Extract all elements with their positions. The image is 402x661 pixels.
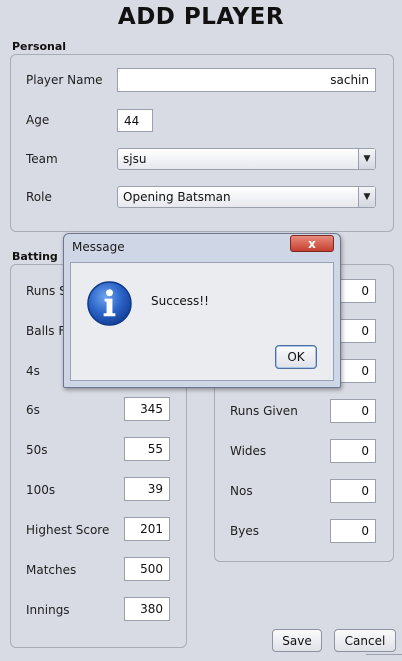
team-select-value: sjsu bbox=[123, 152, 147, 166]
chevron-down-icon[interactable]: ▼ bbox=[358, 187, 375, 207]
message-dialog: Message x Success!! OK bbox=[63, 233, 341, 388]
matches-input[interactable]: 500 bbox=[124, 557, 170, 581]
save-button[interactable]: Save bbox=[272, 629, 322, 652]
personal-section-label: Personal bbox=[12, 40, 67, 53]
window-edge bbox=[366, 654, 402, 661]
sixes-input[interactable]: 345 bbox=[124, 397, 170, 421]
role-label: Role bbox=[26, 190, 52, 204]
sixes-label: 6s bbox=[26, 403, 40, 417]
player-name-label: Player Name bbox=[26, 73, 103, 87]
dialog-message: Success!! bbox=[151, 294, 209, 308]
innings-input[interactable]: 380 bbox=[124, 597, 170, 621]
role-select-value: Opening Batsman bbox=[123, 190, 231, 204]
cancel-button[interactable]: Cancel bbox=[334, 629, 396, 652]
wides-label: Wides bbox=[230, 444, 267, 458]
highest-score-input[interactable]: 201 bbox=[124, 517, 170, 541]
team-label: Team bbox=[26, 152, 58, 166]
innings-label: Innings bbox=[26, 603, 70, 617]
role-select[interactable]: Opening Batsman ▼ bbox=[117, 186, 376, 208]
byes-label: Byes bbox=[230, 524, 259, 538]
nos-label: Nos bbox=[230, 484, 253, 498]
team-select[interactable]: sjsu ▼ bbox=[117, 148, 376, 170]
ok-button[interactable]: OK bbox=[275, 345, 317, 369]
age-input[interactable]: 44 bbox=[117, 109, 153, 132]
player-name-input[interactable]: sachin bbox=[117, 68, 376, 92]
dialog-title: Message bbox=[72, 240, 125, 254]
runs-given-label: Runs Given bbox=[230, 404, 298, 418]
highest-score-label: Highest Score bbox=[26, 523, 110, 537]
close-icon[interactable]: x bbox=[290, 235, 334, 252]
runs-given-input[interactable]: 0 bbox=[330, 399, 376, 423]
matches-label: Matches bbox=[26, 563, 77, 577]
fifties-label: 50s bbox=[26, 443, 48, 457]
fifties-input[interactable]: 55 bbox=[124, 437, 170, 461]
hundreds-input[interactable]: 39 bbox=[124, 477, 170, 501]
fours-label: 4s bbox=[26, 364, 40, 378]
batting-section-label: Batting bbox=[12, 250, 58, 263]
info-icon bbox=[87, 281, 132, 326]
nos-input[interactable]: 0 bbox=[330, 479, 376, 503]
page-title: ADD PLAYER bbox=[117, 4, 285, 30]
hundreds-label: 100s bbox=[26, 483, 56, 497]
age-label: Age bbox=[26, 113, 50, 127]
wides-input[interactable]: 0 bbox=[330, 439, 376, 463]
byes-input[interactable]: 0 bbox=[330, 519, 376, 543]
dialog-body: Success!! OK bbox=[70, 262, 334, 381]
chevron-down-icon[interactable]: ▼ bbox=[358, 149, 375, 169]
